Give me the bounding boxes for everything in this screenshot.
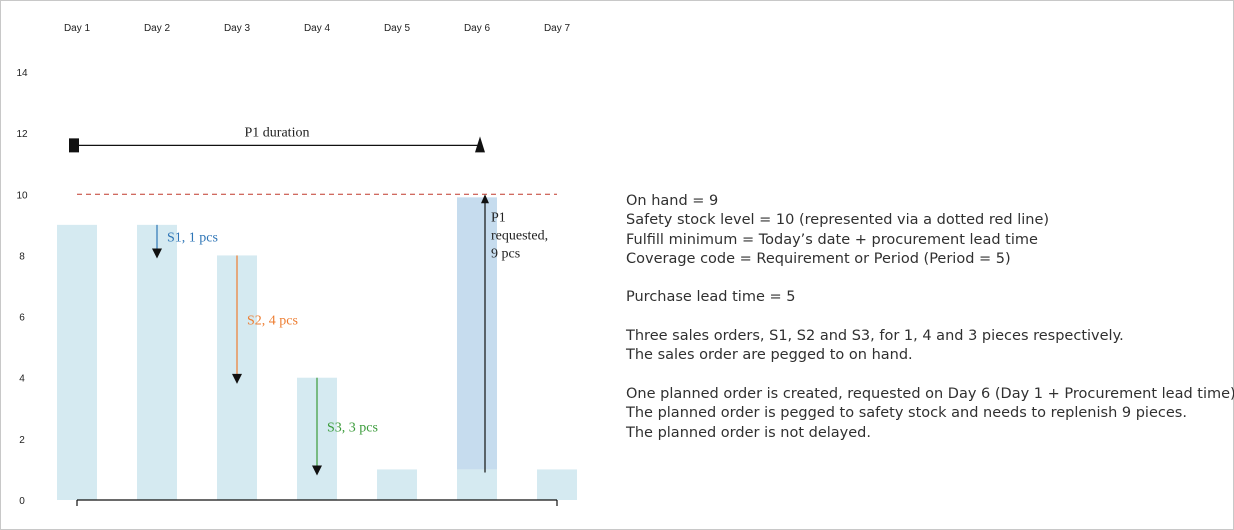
notes-spacer (626, 308, 1226, 327)
explanation-notes: On hand = 9 Safety stock level = 10 (repr… (626, 192, 1234, 443)
duration-label: P1 duration (245, 125, 310, 140)
notes-line: Three sales orders, S1, S2 and S3, for 1… (626, 328, 1124, 345)
x-tick-label: Day 4 (304, 23, 331, 34)
x-tick-label: Day 3 (224, 23, 251, 34)
notes-line: The planned order is pegged to safety st… (626, 405, 1187, 422)
x-tick-label: Day 7 (544, 23, 571, 34)
notes-line: The sales order are pegged to on hand. (626, 347, 913, 364)
x-tick-label: Day 6 (464, 23, 491, 34)
planned-order-label-line: requested, (491, 228, 548, 243)
sales-order-label: S2, 4 pcs (247, 314, 298, 329)
notes-line: Fulfill minimum = Today’s date + procure… (626, 231, 1038, 248)
x-tick-label: Day 2 (144, 23, 171, 34)
y-tick-label: 8 (19, 251, 25, 262)
notes-line: One planned order is created, requested … (626, 385, 1234, 402)
planned-order-label: P1 requested, 9 pcs (491, 210, 548, 261)
duration-end-marker (475, 136, 485, 153)
bar-day-1 (57, 224, 97, 500)
bar-day-2 (137, 224, 177, 500)
x-tick-label: Day 5 (384, 23, 411, 34)
y-tick-label: 4 (19, 374, 25, 385)
notes-spacer (626, 366, 1226, 385)
y-tick-label: 10 (16, 190, 28, 201)
duration-start-marker (69, 138, 79, 153)
notes-line: The planned order is not delayed. (626, 424, 871, 441)
notes-spacer (626, 269, 1226, 288)
y-tick-label: 2 (19, 435, 25, 446)
sales-order-label: S3, 3 pcs (327, 421, 378, 436)
bar-day-5 (377, 469, 417, 500)
y-tick-label: 6 (19, 313, 25, 324)
y-tick-label: 14 (16, 68, 28, 79)
notes-line: Purchase lead time = 5 (626, 289, 796, 306)
notes-line: On hand = 9 (626, 193, 719, 209)
planned-order-label-line: 9 pcs (491, 246, 520, 261)
y-tick-label: 12 (16, 129, 28, 140)
bar-day-6 (457, 469, 497, 500)
y-tick-label: 0 (19, 496, 25, 507)
sales-order-label: S1, 1 pcs (167, 231, 218, 246)
notes-line: Safety stock level = 10 (represented via… (626, 212, 1050, 229)
planned-order-label-line: P1 (491, 210, 506, 225)
x-tick-label: Day 1 (64, 23, 91, 34)
notes-line: Coverage code = Requirement or Period (P… (626, 250, 1011, 267)
bar-day-7 (537, 469, 577, 500)
